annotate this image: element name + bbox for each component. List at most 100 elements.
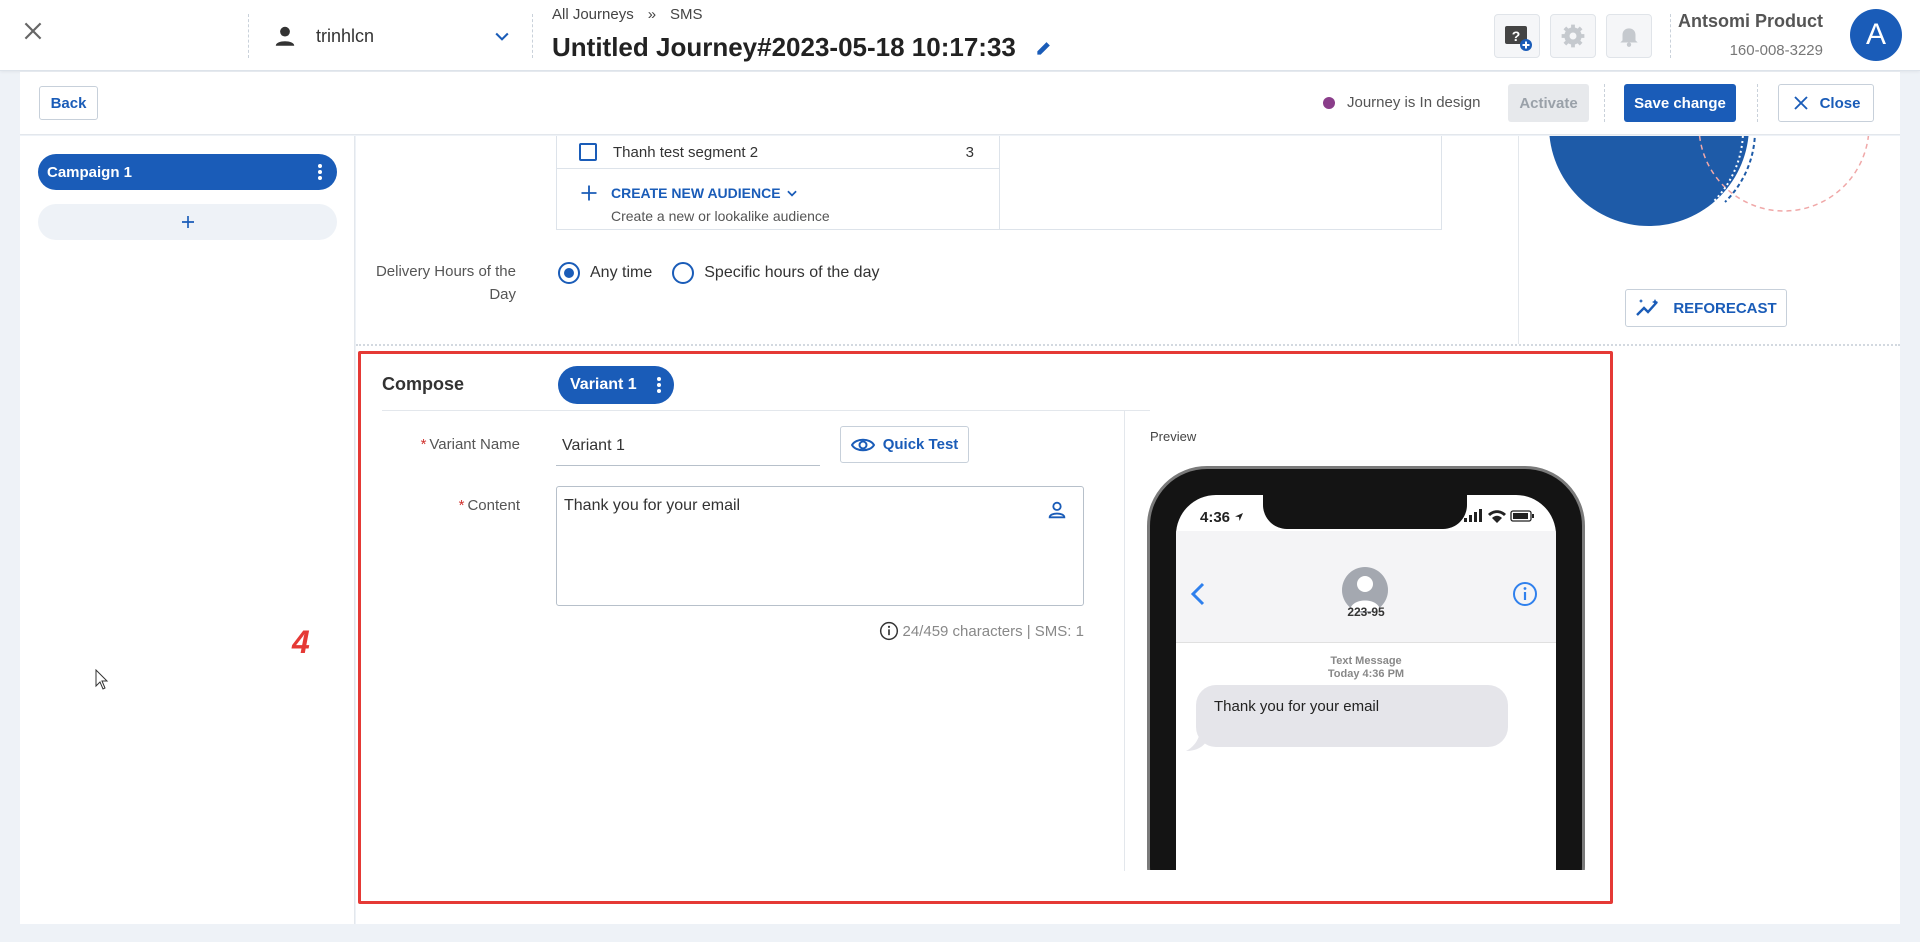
kebab-menu-icon[interactable] bbox=[656, 376, 662, 394]
content-label-text: Content bbox=[467, 497, 520, 514]
forecast-venn-diagram bbox=[1549, 136, 1870, 226]
radio-specific-hours[interactable] bbox=[672, 262, 695, 284]
required-mark: * bbox=[420, 436, 427, 453]
header-divider bbox=[248, 14, 249, 58]
content-label: * Content bbox=[356, 497, 520, 514]
chevron-left-icon[interactable] bbox=[1188, 581, 1208, 607]
campaign-sidebar: Campaign 1 bbox=[20, 136, 355, 924]
settings-button[interactable] bbox=[1550, 14, 1596, 58]
status-time: 4:36 bbox=[1200, 509, 1244, 526]
variant-tab-label: Variant 1 bbox=[570, 376, 637, 393]
column-divider bbox=[999, 136, 1000, 230]
preview-divider bbox=[1124, 411, 1125, 871]
segment-checkbox[interactable] bbox=[579, 143, 597, 161]
back-button[interactable]: Back bbox=[39, 86, 98, 120]
chat-header: 223-95 bbox=[1176, 531, 1556, 643]
variant-name-label: * Variant Name bbox=[356, 436, 520, 453]
help-plus-icon: ? bbox=[1505, 26, 1532, 51]
trend-sparkle-icon bbox=[1636, 299, 1659, 316]
chevron-down-icon bbox=[786, 190, 797, 197]
character-count-text: 24/459 characters | SMS: 1 bbox=[902, 622, 1085, 640]
campaign-label: Campaign 1 bbox=[47, 163, 133, 181]
variant-tab[interactable]: Variant 1 bbox=[558, 366, 674, 404]
location-arrow-icon bbox=[1235, 513, 1244, 521]
status-text: Journey is In design bbox=[1347, 94, 1481, 111]
save-change-button[interactable]: Save change bbox=[1624, 84, 1736, 122]
action-divider bbox=[1757, 84, 1758, 122]
mouse-cursor-icon bbox=[95, 669, 109, 690]
journey-title-text: Untitled Journey#2023-05-18 10:17:33 bbox=[552, 32, 1016, 62]
close-button[interactable]: Close bbox=[1778, 84, 1874, 122]
message-meta-title: Text Message bbox=[1330, 655, 1402, 667]
reforecast-button[interactable]: REFORECAST bbox=[1625, 289, 1787, 327]
add-campaign-button[interactable] bbox=[38, 204, 337, 240]
edit-pencil-icon[interactable] bbox=[1034, 38, 1054, 58]
bell-icon bbox=[1620, 28, 1638, 47]
breadcrumb: All Journeys » SMS bbox=[552, 6, 703, 23]
journey-status: Journey is In design bbox=[1323, 94, 1480, 111]
header-divider bbox=[1670, 14, 1671, 58]
segment-name: Thanh test segment 2 bbox=[613, 143, 759, 161]
radio-selected-dot bbox=[564, 268, 574, 278]
phone-preview: 223-95 4:36 Text Message Today 4:36 PM T… bbox=[1147, 466, 1585, 870]
close-icon[interactable] bbox=[20, 18, 46, 44]
kebab-menu-icon[interactable] bbox=[317, 163, 323, 181]
breadcrumb-separator: » bbox=[647, 6, 657, 23]
phone-notch bbox=[1263, 495, 1467, 529]
org-name: Antsomi Product bbox=[1677, 11, 1823, 31]
radio-any-time[interactable] bbox=[558, 262, 580, 284]
compose-title: Compose bbox=[382, 374, 465, 394]
status-time-text: 4:36 bbox=[1200, 509, 1231, 526]
action-bar: Back Journey is In design Activate Save … bbox=[20, 72, 1900, 135]
notifications-button[interactable] bbox=[1606, 14, 1652, 58]
plus-icon bbox=[181, 216, 194, 228]
variant-name-input[interactable] bbox=[556, 426, 820, 466]
personalization-person-icon[interactable] bbox=[1046, 499, 1068, 521]
svg-text:?: ? bbox=[1512, 28, 1521, 44]
annotation-step-number: 4 bbox=[292, 624, 310, 660]
compose-divider bbox=[382, 410, 1150, 411]
row-divider bbox=[557, 168, 999, 169]
user-icon bbox=[275, 26, 295, 46]
any-time-label: Any time bbox=[590, 264, 653, 281]
main-content: Thanh test segment 2 3 CREATE NEW AUDIEN… bbox=[356, 136, 1900, 924]
table-row: Thanh test segment 2 3 bbox=[579, 142, 979, 162]
info-icon[interactable] bbox=[1512, 581, 1538, 607]
variant-name-label-text: Variant Name bbox=[429, 436, 520, 453]
phone-frame: 223-95 4:36 Text Message Today 4:36 PM T… bbox=[1147, 466, 1585, 870]
chevron-down-icon bbox=[495, 32, 509, 41]
close-icon bbox=[1793, 96, 1808, 110]
top-header: trinhlcn All Journeys » SMS Untitled Jou… bbox=[0, 0, 1920, 71]
contact-name: 223-95 bbox=[1347, 605, 1385, 619]
status-dot bbox=[1323, 96, 1335, 109]
close-label: Close bbox=[1819, 94, 1861, 112]
create-new-audience-button[interactable]: CREATE NEW AUDIENCE bbox=[579, 183, 799, 203]
required-mark: * bbox=[458, 497, 465, 514]
help-button[interactable]: ? bbox=[1494, 14, 1540, 58]
eye-icon bbox=[850, 438, 875, 451]
quick-test-button[interactable]: Quick Test bbox=[840, 426, 969, 463]
character-count: 24/459 characters | SMS: 1 bbox=[876, 621, 1084, 641]
audience-table: Thanh test segment 2 3 CREATE NEW AUDIEN… bbox=[556, 136, 1442, 230]
plus-icon bbox=[581, 185, 597, 201]
campaign-item[interactable]: Campaign 1 bbox=[38, 154, 337, 190]
specific-hours-label: Specific hours of the day bbox=[704, 264, 880, 281]
signal-wifi-battery-icon bbox=[1464, 509, 1534, 523]
username: trinhlcn bbox=[316, 25, 375, 46]
delivery-hours-options: Any time Specific hours of the day bbox=[558, 262, 879, 284]
content-textarea[interactable]: Thank you for your email bbox=[556, 486, 1084, 606]
create-new-audience-subtext: Create a new or lookalike audience bbox=[611, 208, 830, 224]
breadcrumb-all-journeys[interactable]: All Journeys bbox=[552, 6, 634, 23]
message-meta: Text Message Today 4:36 PM bbox=[1176, 655, 1556, 681]
org-id: 160-008-3229 bbox=[1729, 42, 1823, 59]
section-divider bbox=[356, 344, 1900, 346]
create-new-audience-label: CREATE NEW AUDIENCE bbox=[611, 185, 781, 201]
activate-button[interactable]: Activate bbox=[1508, 84, 1589, 122]
gear-icon bbox=[1561, 24, 1585, 48]
user-selector[interactable]: trinhlcn bbox=[272, 22, 512, 50]
breadcrumb-sms[interactable]: SMS bbox=[670, 6, 703, 23]
action-divider bbox=[1604, 84, 1605, 122]
avatar[interactable]: A bbox=[1850, 9, 1902, 61]
page-title: Untitled Journey#2023-05-18 10:17:33 bbox=[552, 32, 1054, 63]
segment-count: 3 bbox=[965, 143, 974, 161]
